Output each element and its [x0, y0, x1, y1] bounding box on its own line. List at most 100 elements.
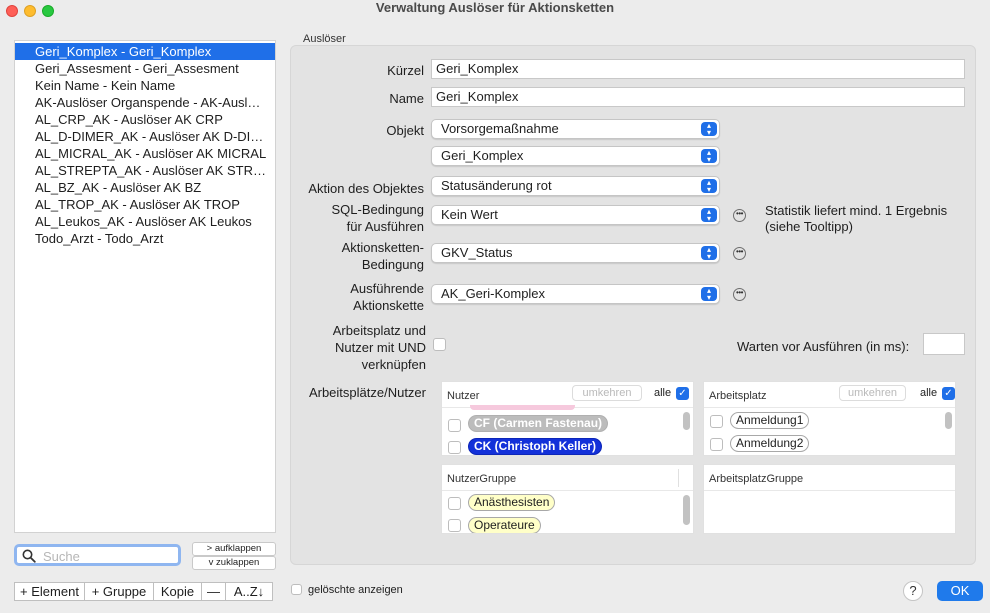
ausf-label-line2: Aktionskette: [353, 298, 424, 313]
sql-label-line2: für Ausführen: [346, 219, 424, 234]
chevron-updown-icon: ▴ ▾: [701, 179, 717, 194]
chevron-updown-icon: ▴ ▾: [701, 149, 717, 164]
sql-hint-line2: (siehe Tooltipp): [765, 219, 853, 234]
nutzer-item-checkbox[interactable]: [448, 441, 461, 454]
sort-button[interactable]: A..Z↓: [225, 582, 273, 601]
wait-field[interactable]: [923, 333, 965, 355]
column-divider: [678, 469, 679, 487]
expand-all-button[interactable]: > aufklappen: [192, 542, 276, 556]
nutzer-item-checkbox[interactable]: [448, 419, 461, 432]
arbeitsplatz-item-checkbox[interactable]: [710, 438, 723, 451]
und-label-line2: Nutzer mit UND: [334, 340, 426, 355]
arbeitsplatz-item-checkbox[interactable]: [710, 415, 723, 428]
nutzer-reverse-button[interactable]: umkehren: [572, 385, 642, 401]
aktion-select-value: Statusänderung rot: [441, 178, 552, 193]
arbeitsplatz-all-checkbox[interactable]: ✓: [942, 387, 955, 400]
list-item[interactable]: AL_D-DIMER_AK - Auslöser AK D-DI…: [15, 128, 275, 145]
sql-select-value: Kein Wert: [441, 207, 498, 222]
add-group-button[interactable]: + Gruppe: [84, 582, 154, 601]
nutzergruppe-item-checkbox[interactable]: [448, 497, 461, 510]
name-field[interactable]: Geri_Komplex: [431, 87, 965, 107]
ak-bed-select[interactable]: GKV_Status ▴ ▾: [431, 243, 720, 263]
list-item[interactable]: Todo_Arzt - Todo_Arzt: [15, 230, 275, 247]
aktion-select[interactable]: Statusänderung rot ▴ ▾: [431, 176, 720, 196]
aktion-label: Aktion des Objektes: [308, 181, 424, 196]
chevron-updown-icon: ▴ ▾: [701, 122, 717, 137]
objekt-label: Objekt: [386, 123, 424, 138]
workplace-tag[interactable]: Anmeldung1: [730, 412, 810, 429]
objekt-sub-select[interactable]: Geri_Komplex ▴ ▾: [431, 146, 720, 166]
list-item[interactable]: Kein Name - Kein Name: [15, 77, 275, 94]
list-item[interactable]: AL_Leukos_AK - Auslöser AK Leukos: [15, 213, 275, 230]
workplace-tag[interactable]: Anmeldung2: [730, 435, 810, 452]
list-item[interactable]: AL_TROP_AK - Auslöser AK TROP: [15, 196, 275, 213]
nutzergruppe-panel-title: NutzerGruppe: [447, 473, 517, 485]
objekt-select-value: Vorsorgemaßnahme: [441, 121, 559, 136]
sql-more-icon[interactable]: •••: [733, 209, 746, 222]
arbeitsplatz-panel: Arbeitsplatz umkehren alle ✓ Anmeldung1 …: [703, 381, 956, 456]
ok-button[interactable]: OK: [937, 581, 983, 601]
ak-bed-more-icon[interactable]: •••: [733, 247, 746, 260]
objekt-sub-select-value: Geri_Komplex: [441, 148, 524, 163]
group-tag[interactable]: Anästhesisten: [468, 494, 556, 511]
nutzer-all-checkbox[interactable]: ✓: [676, 387, 689, 400]
kuerzel-label: Kürzel: [387, 63, 424, 78]
ausf-label-line1: Ausführende: [350, 281, 424, 296]
add-element-button[interactable]: + Element: [14, 582, 85, 601]
search-field[interactable]: [14, 544, 181, 566]
list-item[interactable]: AL_STREPTA_AK - Auslöser AK STR…: [15, 162, 275, 179]
ak-bed-select-value: GKV_Status: [441, 245, 513, 260]
arbeitsplatzgruppe-panel: ArbeitsplatzGruppe: [703, 464, 956, 534]
nutzergruppe-panel-header: NutzerGruppe: [442, 465, 693, 491]
und-label-line3: verknüpfen: [361, 357, 426, 372]
ausf-more-icon[interactable]: •••: [733, 288, 746, 301]
kuerzel-field[interactable]: Geri_Komplex: [431, 59, 965, 79]
nutzergruppe-item-checkbox[interactable]: [448, 519, 461, 532]
name-label: Name: [389, 91, 424, 106]
und-label-line1: Arbeitsplatz und: [332, 323, 426, 338]
nutzergruppe-scrollbar[interactable]: [683, 495, 690, 525]
arbeitsplatzgruppe-panel-header: ArbeitsplatzGruppe: [704, 465, 955, 491]
wait-label: Warten vor Ausführen (in ms):: [737, 339, 910, 354]
user-tag[interactable]: CF (Carmen Fastenau): [468, 415, 609, 432]
arbeitsplatz-all-label: alle: [920, 387, 938, 399]
arbeitsplatz-panel-title: Arbeitsplatz: [709, 390, 767, 402]
show-deleted-label: gelöschte anzeigen: [308, 584, 403, 596]
sql-select[interactable]: Kein Wert ▴ ▾: [431, 205, 720, 225]
ausf-select[interactable]: AK_Geri-Komplex ▴ ▾: [431, 284, 720, 304]
chevron-updown-icon: ▴ ▾: [701, 208, 717, 223]
nutzer-panel-title: Nutzer: [447, 390, 480, 402]
collapse-all-button[interactable]: v zuklappen: [192, 556, 276, 570]
arbeitsplatz-scrollbar[interactable]: [945, 412, 952, 429]
section-title: Auslöser: [303, 33, 346, 45]
sql-label-line1: SQL-Bedingung: [331, 202, 424, 217]
list-item[interactable]: Geri_Assesment - Geri_Assesment: [15, 60, 275, 77]
trigger-list[interactable]: Geri_Komplex - Geri_Komplex Geri_Assesme…: [14, 40, 276, 533]
remove-button[interactable]: —: [201, 582, 226, 601]
ausf-select-value: AK_Geri-Komplex: [441, 286, 546, 301]
list-item[interactable]: Geri_Komplex - Geri_Komplex: [15, 43, 275, 60]
und-checkbox[interactable]: [433, 338, 446, 351]
list-item[interactable]: AL_MICRAL_AK - Auslöser AK MICRAL: [15, 145, 275, 162]
ak-bed-label-line1: Aktionsketten-: [341, 240, 424, 255]
nutzer-all-label: alle: [654, 387, 672, 399]
nutzer-panel: Nutzer umkehren alle ✓ CF (Carmen Fasten…: [441, 381, 694, 456]
list-item[interactable]: AL_CRP_AK - Auslöser AK CRP: [15, 111, 275, 128]
objekt-select[interactable]: Vorsorgemaßnahme ▴ ▾: [431, 119, 720, 139]
ak-bed-label-line2: Bedingung: [361, 257, 424, 272]
list-item[interactable]: AK-Auslöser Organspende - AK-Ausl…: [15, 94, 275, 111]
sql-hint-line1: Statistik liefert mind. 1 Ergebnis: [765, 203, 948, 218]
user-tag[interactable]: CK (Christoph Keller): [468, 438, 603, 455]
group-tag[interactable]: Operateure: [468, 517, 541, 533]
nutzer-scrollbar[interactable]: [683, 412, 690, 430]
partially-hidden-tag: [470, 405, 575, 410]
arbeitsplatzgruppe-panel-title: ArbeitsplatzGruppe: [709, 473, 804, 485]
list-item[interactable]: AL_BZ_AK - Auslöser AK BZ: [15, 179, 275, 196]
help-button[interactable]: ?: [903, 581, 923, 601]
search-input[interactable]: [43, 548, 175, 564]
arbeitsplatz-reverse-button[interactable]: umkehren: [839, 385, 906, 401]
search-icon: [22, 549, 36, 563]
chevron-updown-icon: ▴ ▾: [701, 287, 717, 302]
show-deleted-checkbox[interactable]: [291, 584, 302, 595]
copy-button[interactable]: Kopie: [153, 582, 202, 601]
